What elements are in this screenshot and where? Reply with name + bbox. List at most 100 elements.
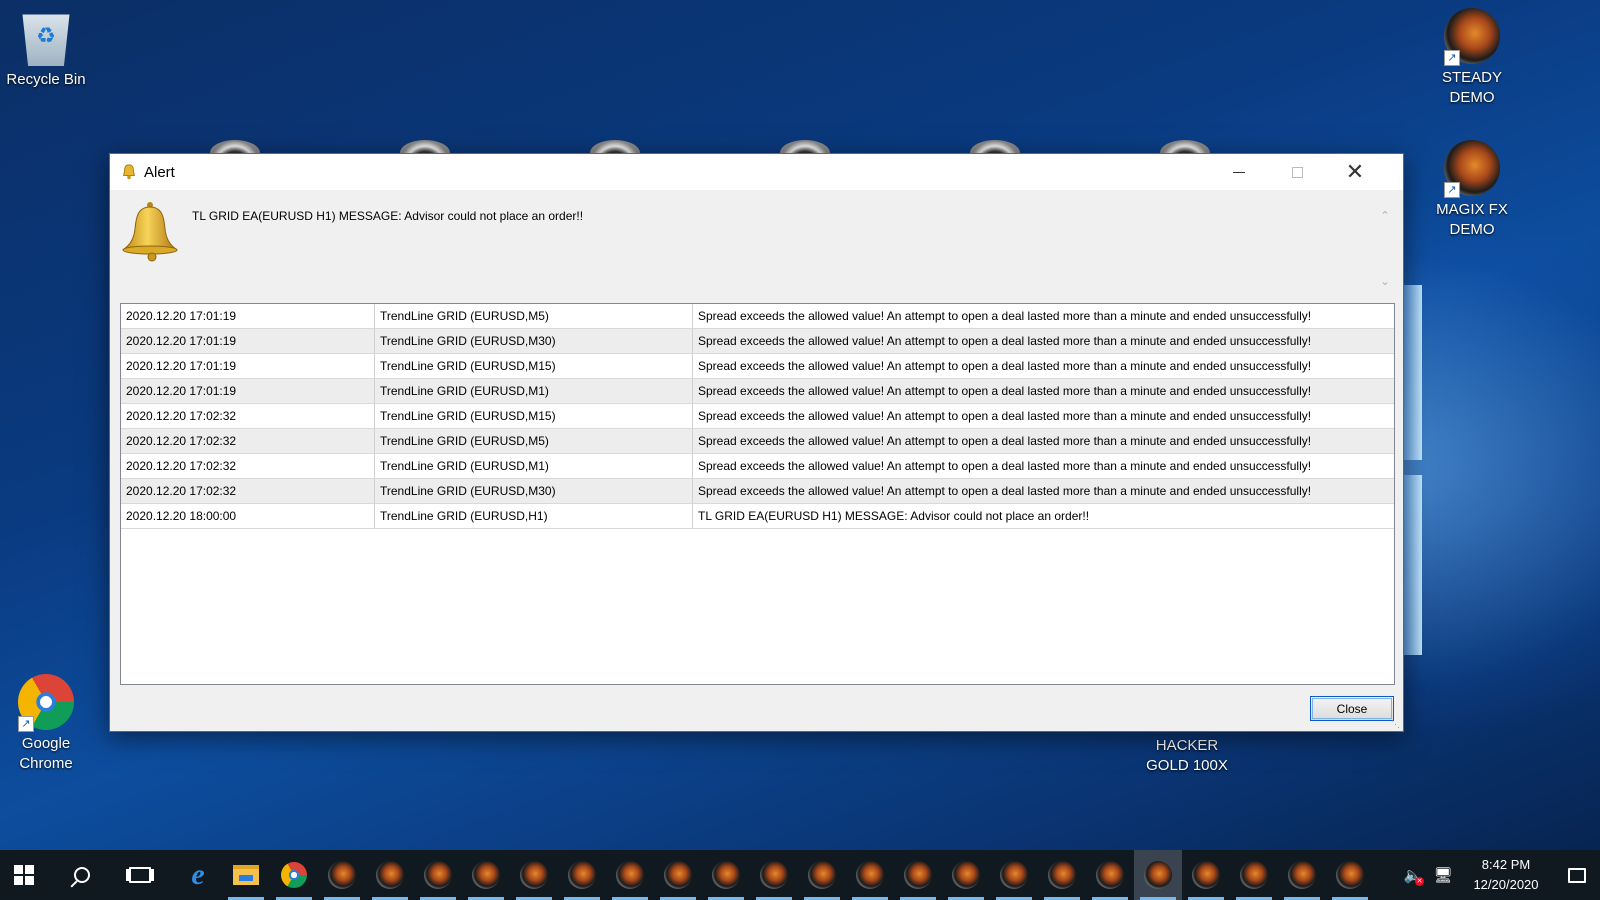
taskbar-metatrader-button[interactable] — [462, 850, 510, 900]
taskbar-metatrader-button[interactable] — [990, 850, 1038, 900]
task-view-button[interactable] — [116, 850, 164, 900]
taskbar-metatrader-button[interactable] — [942, 850, 990, 900]
desktop-icon-steady-demo[interactable]: ↗ STEADY DEMO — [1424, 8, 1520, 108]
clock[interactable]: 8:42 PM 12/20/2020 — [1458, 855, 1554, 895]
table-row[interactable]: 2020.12.20 17:01:19 TrendLine GRID (EURU… — [121, 379, 1394, 404]
desktop-icon-label: MAGIX FX DEMO — [1436, 201, 1508, 238]
time-cell: 2020.12.20 17:01:19 — [121, 304, 375, 328]
message-panel: TL GRID EA(EURUSD H1) MESSAGE: Advisor c… — [110, 191, 1403, 301]
taskbar-metatrader-button[interactable] — [1086, 850, 1134, 900]
desktop-icon-google-chrome[interactable]: ↗ Google Chrome — [0, 674, 94, 774]
table-row[interactable]: 2020.12.20 17:02:32 TrendLine GRID (EURU… — [121, 479, 1394, 504]
taskbar-metatrader-button[interactable] — [702, 850, 750, 900]
search-button[interactable] — [58, 850, 106, 900]
time-cell: 2020.12.20 18:00:00 — [121, 504, 375, 528]
metatrader-icon: ↗ — [1444, 8, 1500, 66]
metatrader-icon — [952, 861, 980, 889]
metatrader-icon — [1048, 861, 1076, 889]
title-bar[interactable]: Alert ✕ — [110, 154, 1403, 190]
source-cell: TrendLine GRID (EURUSD,M30) — [375, 329, 693, 353]
taskbar-metatrader-button[interactable] — [1326, 850, 1374, 900]
message-cell: Spread exceeds the allowed value! An att… — [698, 434, 1312, 448]
close-button[interactable]: Close — [1310, 696, 1394, 721]
source-cell: TrendLine GRID (EURUSD,M1) — [375, 454, 693, 478]
time-cell: 2020.12.20 17:01:19 — [121, 379, 375, 403]
taskbar-metatrader-button[interactable] — [318, 850, 366, 900]
message-scrollbar[interactable]: ⌃ ⌄ — [1377, 205, 1393, 288]
time-cell: 2020.12.20 17:01:19 — [121, 354, 375, 378]
volume-button[interactable]: 🔈 ✕ — [1398, 850, 1428, 900]
metatrader-icon — [472, 861, 500, 889]
taskbar-metatrader-button[interactable] — [606, 850, 654, 900]
message-cell: Spread exceeds the allowed value! An att… — [698, 359, 1312, 373]
chrome-button[interactable] — [270, 850, 318, 900]
message-cell: Spread exceeds the allowed value! An att… — [698, 309, 1312, 323]
maximize-button[interactable] — [1268, 154, 1326, 190]
taskbar-metatrader-button[interactable] — [654, 850, 702, 900]
recycle-bin-icon — [22, 14, 70, 66]
taskbar-metatrader-button[interactable] — [750, 850, 798, 900]
taskbar-metatrader-button[interactable] — [1230, 850, 1278, 900]
desktop-icon-label: Recycle Bin — [6, 71, 86, 88]
metatrader-icon: ↗ — [1444, 140, 1500, 198]
network-button[interactable]: 🖥 — [1428, 850, 1458, 900]
table-row[interactable]: 2020.12.20 17:01:19 TrendLine GRID (EURU… — [121, 329, 1394, 354]
source-cell: TrendLine GRID (EURUSD,M1) — [375, 379, 693, 403]
metatrader-icon — [1000, 861, 1028, 889]
message-cell: Spread exceeds the allowed value! An att… — [698, 409, 1312, 423]
internet-explorer-icon: e — [191, 858, 205, 891]
taskbar-metatrader-button[interactable] — [894, 850, 942, 900]
desktop-icon-hacker-gold[interactable]: HACKER GOLD 100X — [1142, 736, 1232, 776]
time-cell: 2020.12.20 17:02:32 — [121, 429, 375, 453]
taskbar-metatrader-button[interactable] — [366, 850, 414, 900]
shortcut-arrow-icon: ↗ — [1444, 182, 1460, 198]
system-tray: 🔈 ✕ 🖥 8:42 PM 12/20/2020 — [1398, 850, 1600, 900]
close-window-button[interactable]: ✕ — [1326, 154, 1384, 190]
minimize-button[interactable] — [1210, 154, 1268, 190]
source-cell: TrendLine GRID (EURUSD,M30) — [375, 479, 693, 503]
metatrader-icon — [568, 861, 596, 889]
notification-icon — [1568, 867, 1586, 883]
table-row[interactable]: 2020.12.20 17:02:32 TrendLine GRID (EURU… — [121, 404, 1394, 429]
internet-explorer-button[interactable]: e — [174, 850, 222, 900]
alert-list[interactable]: 2020.12.20 17:01:19 TrendLine GRID (EURU… — [120, 303, 1395, 685]
desktop-icon-recycle-bin[interactable]: Recycle Bin — [0, 10, 94, 90]
metatrader-icon — [664, 861, 692, 889]
metatrader-icon — [856, 861, 884, 889]
table-row[interactable]: 2020.12.20 18:00:00 TrendLine GRID (EURU… — [121, 504, 1394, 529]
metatrader-icon — [808, 861, 836, 889]
chevron-up-icon[interactable]: ⌃ — [1380, 211, 1390, 222]
alert-message: TL GRID EA(EURUSD H1) MESSAGE: Advisor c… — [192, 209, 584, 223]
metatrader-icon — [1096, 861, 1124, 889]
network-icon: 🖥 — [1433, 867, 1453, 884]
taskbar-metatrader-button[interactable] — [1182, 850, 1230, 900]
metatrader-icon — [712, 861, 740, 889]
taskbar-metatrader-button[interactable] — [1278, 850, 1326, 900]
action-center-button[interactable] — [1554, 850, 1600, 900]
file-explorer-button[interactable] — [222, 850, 270, 900]
taskbar-metatrader-button[interactable] — [1038, 850, 1086, 900]
chevron-down-icon[interactable]: ⌄ — [1380, 277, 1390, 288]
taskbar-metatrader-button[interactable] — [798, 850, 846, 900]
taskbar-metatrader-button[interactable] — [414, 850, 462, 900]
desktop-icon-label: Google Chrome — [19, 735, 73, 772]
clock-date: 12/20/2020 — [1473, 877, 1539, 892]
message-cell: Spread exceeds the allowed value! An att… — [698, 384, 1312, 398]
taskbar-metatrader-button[interactable] — [510, 850, 558, 900]
desktop-icon-magix-fx-demo[interactable]: ↗ MAGIX FX DEMO — [1424, 140, 1520, 240]
metatrader-icon — [1144, 861, 1172, 889]
start-icon — [14, 865, 34, 885]
time-cell: 2020.12.20 17:02:32 — [121, 454, 375, 478]
resize-grip-icon[interactable]: ⋱ — [1391, 719, 1401, 729]
table-row[interactable]: 2020.12.20 17:02:32 TrendLine GRID (EURU… — [121, 429, 1394, 454]
start-button[interactable] — [0, 850, 48, 900]
taskbar-metatrader-button[interactable] — [846, 850, 894, 900]
metatrader-icon — [328, 861, 356, 889]
taskbar-metatrader-button[interactable] — [1134, 850, 1182, 900]
alert-dialog: Alert ✕ TL GRID EA(EURUSD H1) MESSAGE: A… — [109, 153, 1404, 732]
taskbar-metatrader-button[interactable] — [558, 850, 606, 900]
message-cell: Spread exceeds the allowed value! An att… — [698, 334, 1312, 348]
table-row[interactable]: 2020.12.20 17:01:19 TrendLine GRID (EURU… — [121, 304, 1394, 329]
table-row[interactable]: 2020.12.20 17:01:19 TrendLine GRID (EURU… — [121, 354, 1394, 379]
table-row[interactable]: 2020.12.20 17:02:32 TrendLine GRID (EURU… — [121, 454, 1394, 479]
